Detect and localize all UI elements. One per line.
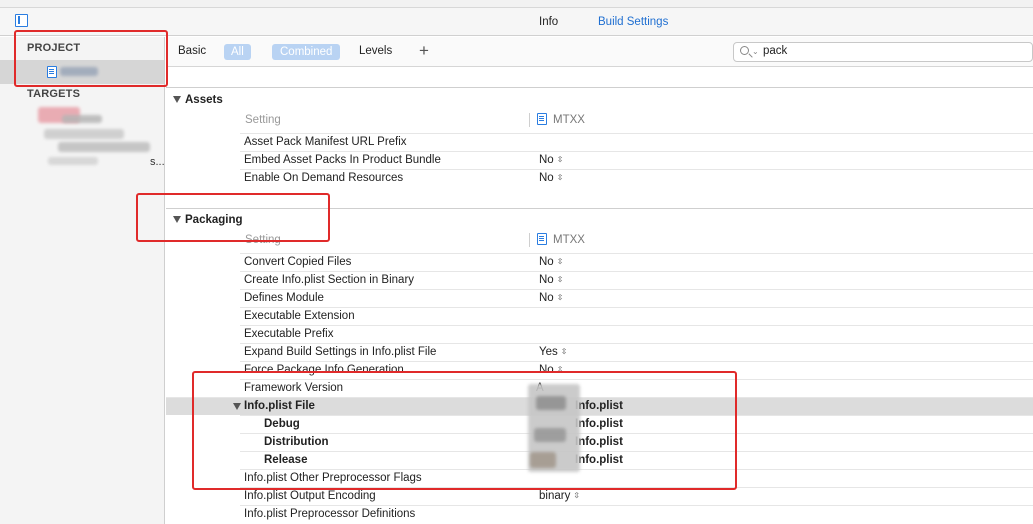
annotation-box-infoplist — [192, 371, 737, 490]
stepper-icon: ⇳ — [556, 293, 564, 302]
add-setting-button[interactable]: + — [419, 41, 429, 61]
settings-search-field[interactable]: ⌄ — [733, 42, 1033, 62]
section-divider — [166, 87, 1033, 88]
target-name-suffix: s... — [150, 156, 165, 168]
targets-heading: TARGETS — [27, 88, 81, 100]
setting-row[interactable]: Executable Prefix — [240, 325, 1033, 343]
sidebar-toggle-icon[interactable] — [15, 14, 28, 27]
setting-row[interactable]: Create Info.plist Section in Binary No ⇳ — [240, 271, 1033, 289]
target-column-header: MTXX — [530, 113, 585, 126]
stepper-icon: ⇳ — [573, 491, 581, 500]
setting-column-header: Setting — [245, 114, 281, 126]
target-file-icon — [537, 113, 547, 125]
annotation-box-project — [14, 30, 168, 87]
build-settings-toolbar: Basic All Combined Levels + ⌄ — [166, 37, 1033, 67]
setting-row[interactable]: Enable On Demand Resources No ⇳ — [240, 169, 1033, 187]
annotation-box-packaging — [136, 193, 330, 242]
setting-row[interactable]: Embed Asset Packs In Product Bundle No ⇳ — [240, 151, 1033, 169]
basic-filter-button[interactable]: Basic — [178, 45, 206, 57]
section-assets-header[interactable]: Assets — [173, 94, 223, 106]
stepper-icon: ⇳ — [556, 257, 564, 266]
stepper-icon: ⇳ — [556, 155, 564, 164]
target-column-header: MTXX — [530, 233, 585, 246]
target-file-icon — [537, 233, 547, 245]
levels-view-button[interactable]: Levels — [359, 45, 392, 57]
all-filter-button[interactable]: All — [224, 44, 251, 60]
project-targets-sidebar: PROJECT TARGETS s... — [0, 37, 165, 524]
stepper-icon: ⇳ — [560, 347, 568, 356]
search-icon — [740, 46, 749, 55]
setting-row[interactable]: Info.plist Preprocessor Definitions — [240, 505, 1033, 523]
setting-row[interactable]: Asset Pack Manifest URL Prefix — [240, 133, 1033, 151]
search-input[interactable] — [763, 45, 1013, 57]
window-top-strip — [0, 0, 1033, 8]
stepper-icon: ⇳ — [556, 173, 564, 182]
combined-view-button[interactable]: Combined — [272, 44, 341, 60]
chevron-down-icon: ⌄ — [752, 47, 759, 56]
setting-row[interactable]: Executable Extension — [240, 307, 1033, 325]
setting-row[interactable]: Expand Build Settings in Info.plist File… — [240, 343, 1033, 361]
setting-row[interactable]: Defines Module No ⇳ — [240, 289, 1033, 307]
setting-row[interactable]: Convert Copied Files No ⇳ — [240, 253, 1033, 271]
stepper-icon: ⇳ — [556, 275, 564, 284]
disclosure-triangle-icon — [173, 96, 181, 103]
tab-build-settings[interactable]: Build Settings — [598, 16, 668, 28]
tab-info[interactable]: Info — [539, 16, 558, 28]
